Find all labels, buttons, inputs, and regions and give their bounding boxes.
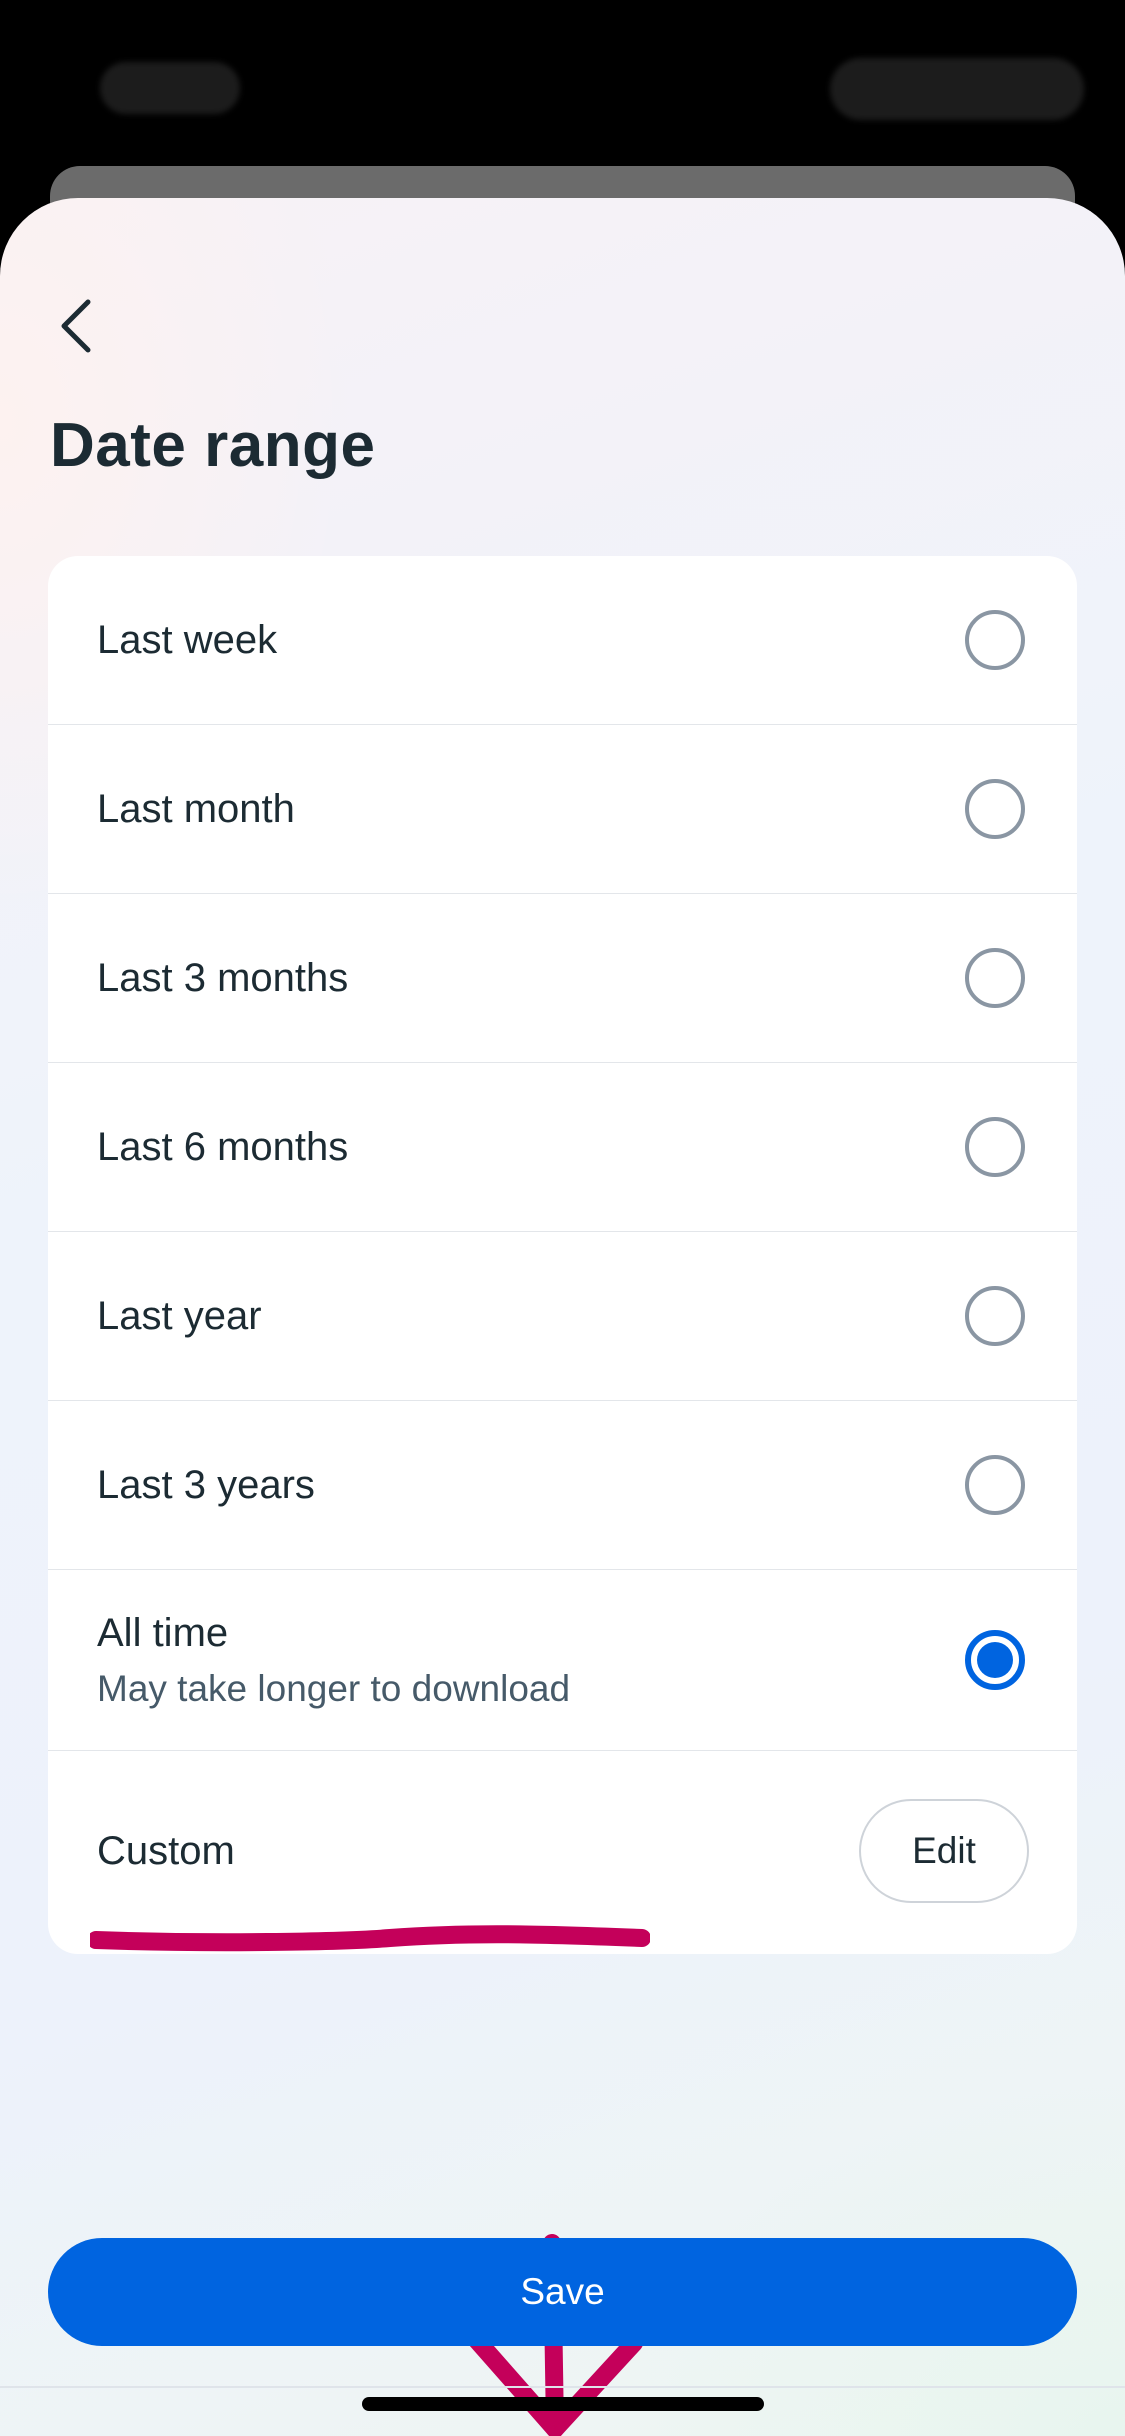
date-range-sheet: Date range Last week Last month Last 3 m… [0,198,1125,2436]
option-label: Last month [97,786,295,831]
option-label: Custom [97,1828,235,1873]
option-label: Last 3 years [97,1462,315,1507]
option-label: Last week [97,617,278,662]
status-bar [0,0,1125,168]
option-label: Last 6 months [97,1124,349,1169]
option-last-3-months[interactable]: Last 3 months [48,894,1077,1063]
radio-button[interactable] [965,610,1025,670]
page-title: Date range [50,411,376,480]
option-last-6-months[interactable]: Last 6 months [48,1063,1077,1232]
radio-button[interactable] [965,948,1025,1008]
option-label: All time [97,1610,229,1655]
option-label: Last year [97,1293,262,1338]
option-label: Last 3 months [97,955,349,1000]
save-button[interactable]: Save [48,2238,1077,2346]
option-last-year[interactable]: Last year [48,1232,1077,1401]
option-custom[interactable]: Custom Edit [48,1751,1077,1951]
option-all-time[interactable]: All time May take longer to download [48,1570,1077,1751]
options-card: Last week Last month Last 3 months Last … [48,556,1077,1954]
home-indicator [362,2397,764,2411]
radio-button-selected[interactable] [965,1630,1025,1690]
chevron-left-icon [61,299,91,353]
radio-button[interactable] [965,779,1025,839]
radio-button[interactable] [965,1455,1025,1515]
radio-button[interactable] [965,1286,1025,1346]
option-last-month[interactable]: Last month [48,725,1077,894]
option-last-3-years[interactable]: Last 3 years [48,1401,1077,1570]
option-last-week[interactable]: Last week [48,556,1077,725]
back-button[interactable] [44,290,108,362]
radio-button[interactable] [965,1117,1025,1177]
edit-button[interactable]: Edit [859,1799,1029,1903]
redacted-time [100,62,240,114]
option-sublabel: May take longer to download [97,1667,571,1709]
redacted-status-icons [830,58,1084,120]
footer-divider [0,2386,1125,2388]
annotation-underline [90,1925,650,1952]
